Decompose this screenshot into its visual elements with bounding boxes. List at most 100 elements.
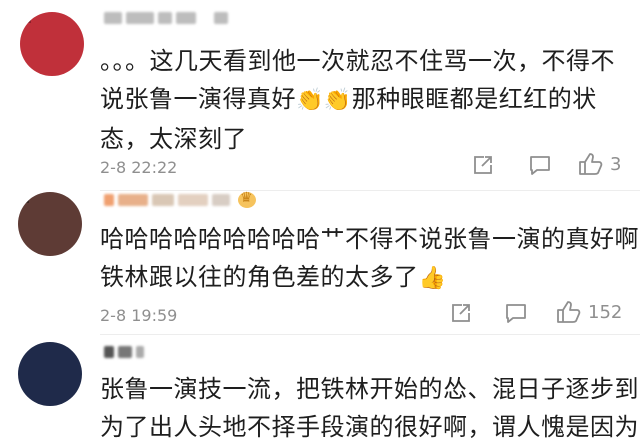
avatar-pixel bbox=[71, 192, 82, 203]
avatar-pixel bbox=[50, 192, 61, 203]
avatar-pixel bbox=[52, 54, 63, 66]
avatar-pixel bbox=[62, 12, 74, 23]
comment-line: 为了出人头地不择手段演的很好啊，谓人愧是因为 bbox=[100, 413, 639, 441]
avatar-pixel bbox=[18, 384, 29, 396]
comment-text: 哈哈哈哈哈哈哈哈哈艹不得不说张鲁一演的真好啊 铁林跟以往的角色差的太多了👍 bbox=[100, 220, 639, 298]
avatar-pixel bbox=[60, 384, 72, 396]
avatar-pixel bbox=[71, 395, 82, 406]
avatar-pixel bbox=[71, 384, 82, 396]
avatar-pixel bbox=[18, 234, 29, 246]
comment-line: 那种眼眶都是红红的状 bbox=[351, 85, 597, 113]
avatar-pixel bbox=[71, 363, 82, 374]
avatar-pixel bbox=[28, 245, 40, 256]
avatar-pixel bbox=[28, 352, 40, 364]
comment-line: 张鲁一演技一流，把铁林开始的怂、混日子逐步到 bbox=[100, 375, 639, 403]
avatar-pixel bbox=[60, 192, 72, 203]
avatar-pixel bbox=[30, 65, 42, 76]
username-blurred[interactable] bbox=[104, 8, 228, 28]
avatar-pixel bbox=[39, 234, 50, 246]
avatar-pixel bbox=[30, 33, 42, 44]
avatar-pixel bbox=[71, 374, 82, 385]
avatar-pixel bbox=[28, 395, 40, 406]
avatar-pixel bbox=[18, 363, 29, 374]
avatar-pixel bbox=[28, 374, 40, 385]
avatar-pixel bbox=[71, 213, 82, 224]
avatar-pixel bbox=[71, 234, 82, 246]
avatar-pixel bbox=[39, 224, 50, 235]
avatar-pixel bbox=[18, 213, 29, 224]
thumbs-up-emoji-icon: 👍 bbox=[418, 266, 447, 291]
avatar-pixel bbox=[28, 363, 40, 374]
comment-line: 铁林跟以往的角色差的太多了 bbox=[100, 263, 419, 291]
avatar-pixel bbox=[52, 12, 63, 23]
avatar-pixel bbox=[62, 22, 74, 34]
comment-time: 2-8 22:22 bbox=[100, 158, 178, 177]
avatar[interactable] bbox=[20, 12, 84, 76]
avatar-pixel bbox=[20, 12, 31, 23]
avatar-pixel bbox=[50, 384, 61, 396]
avatar-pixel bbox=[60, 224, 72, 235]
like-button[interactable]: 152 bbox=[556, 300, 622, 324]
vip-crown-icon bbox=[238, 190, 256, 208]
avatar-pixel bbox=[62, 44, 74, 55]
username-blurred[interactable] bbox=[104, 342, 144, 362]
avatar-pixel bbox=[20, 33, 31, 44]
avatar-pixel bbox=[52, 33, 63, 44]
avatar-pixel bbox=[20, 54, 31, 66]
comment-line: 哈哈哈哈哈哈哈哈哈艹不得不说张鲁一演的真好啊 bbox=[100, 225, 639, 253]
avatar-pixel bbox=[41, 54, 52, 66]
avatar-pixel bbox=[60, 202, 72, 214]
avatar-pixel bbox=[41, 12, 52, 23]
avatar-pixel bbox=[60, 352, 72, 364]
like-button[interactable]: 3 bbox=[578, 152, 621, 176]
avatar-pixel bbox=[62, 54, 74, 66]
avatar-pixel bbox=[60, 245, 72, 256]
avatar-pixel bbox=[28, 234, 40, 246]
avatar-pixel bbox=[39, 363, 50, 374]
comment-text: 。。。这几天看到他一次就忍不住骂一次，不得不 说张鲁一演得真好👏👏那种眼眶都是红… bbox=[100, 42, 630, 158]
avatar-pixel bbox=[60, 395, 72, 406]
avatar-image bbox=[18, 342, 82, 406]
avatar-pixel bbox=[73, 12, 84, 23]
avatar-pixel bbox=[60, 234, 72, 246]
avatar-pixel bbox=[50, 224, 61, 235]
avatar[interactable] bbox=[18, 192, 82, 256]
avatar-pixel bbox=[41, 33, 52, 44]
avatar-pixel bbox=[50, 234, 61, 246]
avatar-pixel bbox=[60, 213, 72, 224]
comment-item: 张鲁一演技一流，把铁林开始的怂、混日子逐步到 为了出人头地不择手段演的很好啊，谓… bbox=[0, 334, 640, 441]
avatar-pixel bbox=[18, 374, 29, 385]
avatar-pixel bbox=[30, 22, 42, 34]
avatar-pixel bbox=[39, 245, 50, 256]
avatar-pixel bbox=[39, 192, 50, 203]
avatar-pixel bbox=[71, 224, 82, 235]
comment-button[interactable] bbox=[528, 154, 552, 176]
thumbs-up-icon bbox=[579, 153, 603, 175]
comment-line-with-emoji: 说张鲁一演得真好👏👏那种眼眶都是红红的状 bbox=[100, 80, 630, 120]
avatar[interactable] bbox=[18, 342, 82, 406]
comment-icon bbox=[506, 304, 526, 323]
comment-text: 张鲁一演技一流，把铁林开始的怂、混日子逐步到 为了出人头地不择手段演的很好啊，谓… bbox=[100, 370, 639, 446]
username-blurred[interactable] bbox=[104, 190, 256, 210]
avatar-pixel bbox=[41, 22, 52, 34]
avatar-pixel bbox=[18, 245, 29, 256]
avatar-pixel bbox=[52, 65, 63, 76]
share-button[interactable] bbox=[450, 302, 472, 324]
comment-line: 说张鲁一演得真好 bbox=[100, 85, 296, 113]
comment-button[interactable] bbox=[504, 302, 528, 324]
avatar-pixel bbox=[39, 374, 50, 385]
share-button[interactable] bbox=[472, 154, 494, 176]
avatar-pixel bbox=[20, 65, 31, 76]
like-count: 3 bbox=[610, 153, 622, 175]
avatar-pixel bbox=[18, 202, 29, 214]
avatar-pixel bbox=[71, 342, 82, 353]
avatar-pixel bbox=[39, 342, 50, 353]
avatar-pixel bbox=[39, 352, 50, 364]
share-icon bbox=[474, 156, 492, 174]
avatar-pixel bbox=[39, 213, 50, 224]
avatar-pixel bbox=[71, 352, 82, 364]
avatar-pixel bbox=[50, 395, 61, 406]
comment-line-with-emoji: 铁林跟以往的角色差的太多了👍 bbox=[100, 258, 630, 298]
avatar-pixel bbox=[39, 202, 50, 214]
clap-emoji-icon: 👏👏 bbox=[296, 88, 352, 113]
